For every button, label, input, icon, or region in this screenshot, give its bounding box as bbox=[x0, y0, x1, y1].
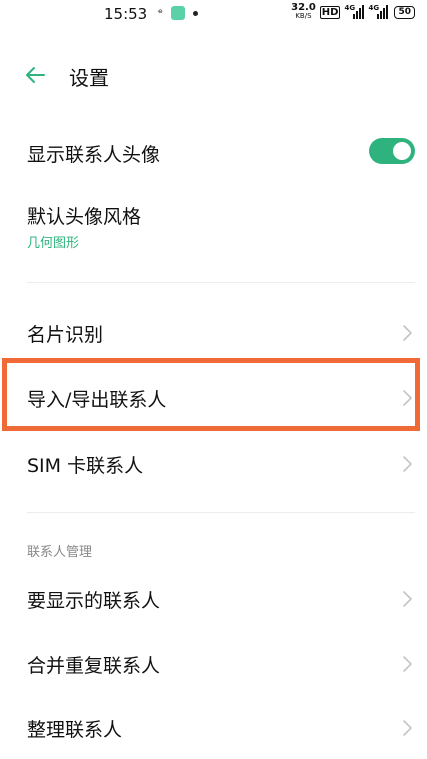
contacts-to-display-label: 要显示的联系人 bbox=[27, 590, 161, 612]
header: 设置 bbox=[0, 56, 427, 96]
chevron-right-icon bbox=[403, 456, 412, 472]
default-avatar-style-value: 几何图形 bbox=[27, 236, 80, 251]
status-left-icons: ᵉ bbox=[158, 6, 199, 20]
chevron-right-icon bbox=[403, 656, 412, 672]
status-time: 15:53 bbox=[104, 5, 148, 23]
default-avatar-style-label: 默认头像风格 bbox=[27, 206, 142, 228]
network-speed-unit: KB/S bbox=[295, 12, 312, 20]
status-right-icons: 32.0 KB/S HD 4G 4G 50 bbox=[291, 3, 415, 21]
divider bbox=[27, 282, 415, 283]
contacts-to-display-row[interactable]: 要显示的联系人 bbox=[0, 584, 427, 614]
back-arrow-icon[interactable] bbox=[22, 62, 48, 88]
network-speed: 32.0 KB/S bbox=[291, 3, 316, 21]
section-header-contact-management: 联系人管理 bbox=[27, 545, 93, 560]
toggle-knob bbox=[393, 142, 411, 160]
vibrate-icon: ᵉ bbox=[158, 6, 164, 20]
notification-dot-icon bbox=[193, 10, 199, 16]
show-avatar-toggle[interactable] bbox=[369, 138, 415, 164]
merge-duplicate-contacts-label: 合并重复联系人 bbox=[27, 655, 161, 677]
business-card-recognition-label: 名片识别 bbox=[27, 324, 104, 346]
signal-2-label: 4G bbox=[368, 4, 380, 12]
signal-strength-icon: 4G bbox=[344, 4, 365, 19]
battery-icon: 50 bbox=[394, 5, 415, 19]
signal-1-label: 4G bbox=[344, 4, 356, 12]
app-notification-icon bbox=[171, 6, 186, 20]
status-bar: 15:53 ᵉ 32.0 KB/S HD 4G 4G 50 bbox=[0, 0, 427, 28]
business-card-recognition-row[interactable]: 名片识别 bbox=[0, 318, 427, 348]
organize-contacts-row[interactable]: 整理联系人 bbox=[0, 713, 427, 743]
divider bbox=[27, 512, 415, 513]
sim-contacts-label: SIM 卡联系人 bbox=[27, 455, 144, 477]
show-avatar-label: 显示联系人头像 bbox=[27, 144, 161, 166]
chevron-right-icon bbox=[403, 720, 412, 736]
default-avatar-style-row[interactable]: 默认头像风格 几何图形 bbox=[0, 200, 427, 254]
import-export-contacts-label: 导入/导出联系人 bbox=[27, 389, 167, 411]
organize-contacts-label: 整理联系人 bbox=[27, 719, 123, 741]
show-avatar-row[interactable]: 显示联系人头像 bbox=[0, 138, 427, 168]
page-title: 设置 bbox=[69, 66, 109, 90]
sim-contacts-row[interactable]: SIM 卡联系人 bbox=[0, 449, 427, 479]
network-speed-value: 32.0 bbox=[291, 2, 316, 13]
chevron-right-icon bbox=[403, 325, 412, 341]
signal-strength-icon-2: 4G bbox=[368, 4, 389, 19]
hd-badge: HD bbox=[319, 5, 341, 19]
merge-duplicate-contacts-row[interactable]: 合并重复联系人 bbox=[0, 649, 427, 679]
import-export-contacts-row[interactable]: 导入/导出联系人 bbox=[0, 383, 427, 413]
chevron-right-icon bbox=[403, 591, 412, 607]
chevron-right-icon bbox=[403, 390, 412, 406]
